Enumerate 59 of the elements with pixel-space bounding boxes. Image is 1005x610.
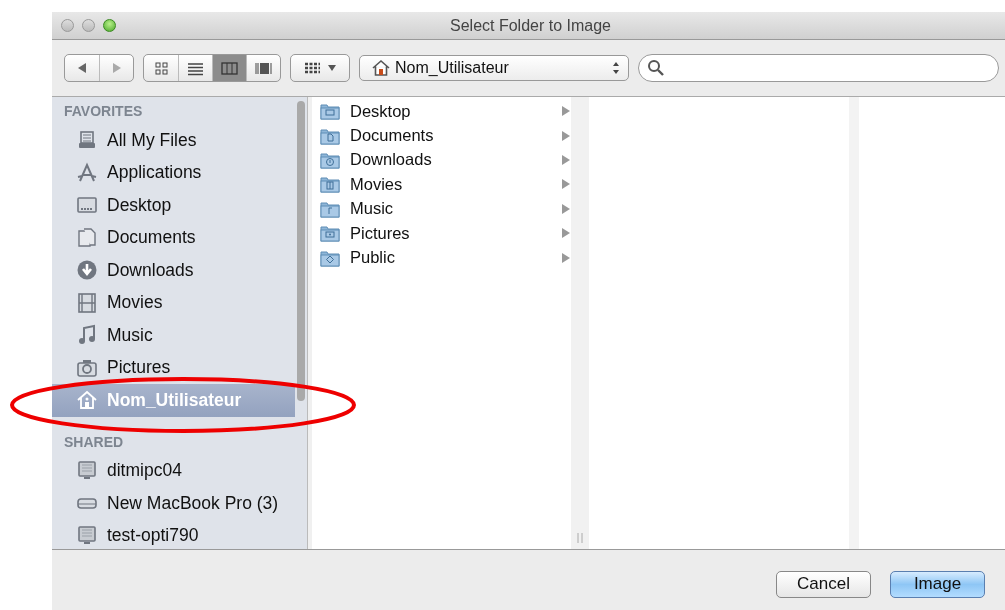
folder-icon xyxy=(320,126,340,145)
scrollbar-thumb[interactable] xyxy=(297,101,305,401)
search-field[interactable] xyxy=(638,54,999,82)
folder-icon xyxy=(320,102,340,121)
monitor-icon xyxy=(76,459,98,482)
stepper-icon xyxy=(612,61,620,75)
zoom-button[interactable] xyxy=(103,19,116,32)
home-icon xyxy=(76,389,98,412)
folder-icon xyxy=(320,199,340,218)
sidebar-item[interactable]: Music xyxy=(52,319,295,352)
column-view-icon xyxy=(221,59,238,77)
disclosure-arrow-icon xyxy=(561,153,571,166)
sidebar-item[interactable]: Movies xyxy=(52,286,295,319)
sidebar-item[interactable]: All My Files xyxy=(52,124,295,157)
folder-row[interactable]: Desktop xyxy=(312,99,571,124)
sidebar-item[interactable]: Downloads xyxy=(52,254,295,287)
icon-view-icon xyxy=(152,59,170,77)
disclosure-arrow-icon xyxy=(561,129,571,142)
folder-row[interactable]: Movies xyxy=(312,172,571,197)
film-icon xyxy=(76,291,98,314)
sidebar-item[interactable]: Pictures xyxy=(52,351,295,384)
section-heading: SHARED xyxy=(63,432,125,452)
folder-icon xyxy=(320,150,340,169)
app-store-icon xyxy=(76,161,98,184)
monitor-icon xyxy=(76,524,98,547)
folder-row[interactable]: Pictures xyxy=(312,220,571,246)
documents-icon xyxy=(76,226,98,249)
folder-icon xyxy=(320,224,340,243)
folder-row[interactable]: Public xyxy=(312,245,571,270)
resize-handle-icon xyxy=(577,533,583,543)
sidebar-item[interactable]: Documents xyxy=(52,221,295,254)
disclosure-arrow-icon xyxy=(561,202,571,215)
disclosure-arrow-icon xyxy=(561,227,571,240)
section-heading: FAVORITES xyxy=(63,102,144,121)
folder-icon xyxy=(320,175,340,194)
disclosure-arrow-icon xyxy=(561,105,571,118)
path-popup[interactable]: Nom_Utilisateur xyxy=(359,55,629,81)
disclosure-arrow-icon xyxy=(561,251,571,264)
window-title: Select Folder to Image xyxy=(449,16,612,35)
folder-row[interactable]: Documents xyxy=(312,123,571,148)
folder-row[interactable]: Music xyxy=(312,196,571,221)
search-icon xyxy=(647,59,665,77)
minimize-button[interactable] xyxy=(82,19,95,32)
image-button[interactable]: Image xyxy=(890,570,985,598)
caret-icon xyxy=(326,64,337,72)
folder-icon xyxy=(320,248,340,267)
sidebar-item[interactable]: test-opti790 xyxy=(52,519,295,549)
download-icon xyxy=(76,259,98,282)
sidebar-item[interactable]: Applications xyxy=(52,156,295,189)
sidebar-item[interactable]: ditmipc04 xyxy=(52,454,295,487)
folder-row[interactable]: Downloads xyxy=(312,147,571,173)
view-mode-button[interactable] xyxy=(212,55,246,81)
cancel-button[interactable]: Cancel xyxy=(776,570,871,598)
sidebar-item[interactable]: New MacBook Pro (3) xyxy=(52,487,295,520)
home-icon xyxy=(372,59,390,77)
disclosure-arrow-icon xyxy=(561,178,571,191)
sidebar-item[interactable]: Desktop xyxy=(52,189,295,222)
music-note-icon xyxy=(76,324,98,347)
close-button[interactable] xyxy=(61,19,74,32)
